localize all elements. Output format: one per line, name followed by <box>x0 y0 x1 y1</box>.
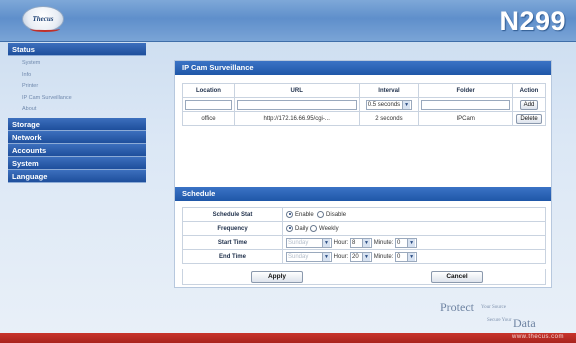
new-camera-row: 0.5 seconds ▼ Add <box>182 97 547 112</box>
brand-your-source: Your Source <box>481 305 506 310</box>
row-location: office <box>182 111 235 126</box>
interval-select[interactable]: 0.5 seconds ▼ <box>365 99 413 110</box>
end-hour-select[interactable]: 20 ▼ <box>350 251 373 262</box>
end-day-value: Sunday <box>288 253 309 260</box>
chevron-down-icon: ▼ <box>402 100 411 109</box>
enable-radio[interactable] <box>286 210 293 218</box>
ipcam-table: Location URL Interval Folder Action 0.5 … <box>182 83 547 126</box>
sidebar-item-ip-cam-surveillance[interactable]: IP Cam Surveillance <box>8 93 146 105</box>
schedule-stat-label: Schedule Stat <box>182 207 283 222</box>
brand-secure-your: Secure Your <box>487 318 512 323</box>
sidebar-section-accounts[interactable]: Accounts <box>8 143 146 157</box>
interval-cell: 0.5 seconds ▼ <box>358 97 420 112</box>
row-url: http://172.16.66.95/cgi-... <box>233 111 360 126</box>
disable-radio[interactable] <box>317 210 325 218</box>
table-header-row: Location URL Interval Folder Action <box>182 83 547 98</box>
sidebar-item-printer[interactable]: Printer <box>8 81 146 93</box>
folder-input[interactable] <box>421 99 510 110</box>
cancel-button[interactable]: Cancel <box>431 271 483 283</box>
chevron-down-icon: ▼ <box>407 238 416 247</box>
delete-cell: Delete <box>511 111 547 126</box>
footer-bar: www.thecus.com <box>0 333 576 343</box>
sidebar-section-system[interactable]: System <box>8 156 146 170</box>
brand-data: Data <box>513 316 536 330</box>
header-bar: Thecus N299 <box>0 0 576 42</box>
end-minute-label: Minute: <box>373 253 394 260</box>
start-minute-select[interactable]: 0 ▼ <box>395 237 418 248</box>
sidebar-item-system-status[interactable]: System <box>8 58 146 70</box>
schedule-title: Schedule <box>175 187 551 201</box>
start-time-controls: Sunday ▼ Hour: 8 ▼ Minute: 0 ▼ <box>282 235 546 250</box>
sidebar: Status System Info Printer IP Cam Survei… <box>8 43 146 183</box>
schedule-stat-options: Enable Disable <box>282 207 546 222</box>
chevron-down-icon: ▼ <box>322 252 330 261</box>
start-minute-label: Minute: <box>373 239 394 246</box>
sidebar-section-storage[interactable]: Storage <box>8 117 146 131</box>
table-row: office http://172.16.66.95/cgi-... 2 sec… <box>182 111 547 126</box>
end-time-label: End Time <box>182 249 283 264</box>
sidebar-item-about[interactable]: About <box>8 104 146 116</box>
folder-cell <box>418 97 513 112</box>
start-hour-value: 8 <box>352 239 356 246</box>
col-folder: Folder <box>418 83 513 98</box>
schedule-stat-row: Schedule Stat Enable Disable <box>182 207 546 222</box>
footer-url: www.thecus.com <box>511 334 564 340</box>
start-day-value: Sunday <box>288 239 309 246</box>
end-time-controls: Sunday ▼ Hour: 20 ▼ Minute: 0 ▼ <box>282 249 546 264</box>
col-location: Location <box>182 83 235 98</box>
start-hour-label: Hour: <box>333 239 349 246</box>
ipcam-title: IP Cam Surveillance <box>175 61 551 75</box>
start-minute-value: 0 <box>397 239 401 246</box>
sidebar-section-network[interactable]: Network <box>8 130 146 144</box>
model-name: N299 <box>499 6 566 36</box>
end-hour-value: 20 <box>352 253 359 260</box>
start-time-row: Start Time Sunday ▼ Hour: 8 ▼ Minute: 0 ▼ <box>182 235 546 250</box>
add-cell: Add <box>511 97 547 112</box>
logo-text: Thecus <box>32 15 54 23</box>
ipcam-panel: IP Cam Surveillance Location URL Interva… <box>174 60 552 288</box>
add-button[interactable]: Add <box>519 99 539 110</box>
schedule-table: Schedule Stat Enable Disable Frequency D… <box>182 207 546 264</box>
col-action: Action <box>511 83 547 98</box>
col-url: URL <box>233 83 360 98</box>
apply-button[interactable]: Apply <box>251 271 303 283</box>
weekly-label: Weekly <box>319 226 339 233</box>
url-cell <box>233 97 360 112</box>
chevron-down-icon: ▼ <box>322 238 330 247</box>
start-day-select[interactable]: Sunday ▼ <box>286 237 332 248</box>
frequency-options: Daily Weekly <box>282 221 546 236</box>
status-submenu: System Info Printer IP Cam Surveillance … <box>8 56 146 118</box>
enable-label: Enable <box>295 212 314 219</box>
start-hour-select[interactable]: 8 ▼ <box>350 237 373 248</box>
end-minute-value: 0 <box>397 253 401 260</box>
end-day-select[interactable]: Sunday ▼ <box>286 251 332 262</box>
daily-label: Daily <box>295 226 309 233</box>
end-hour-label: Hour: <box>333 253 349 260</box>
end-time-row: End Time Sunday ▼ Hour: 20 ▼ Minute: 0 ▼ <box>182 249 546 264</box>
sidebar-item-info[interactable]: Info <box>8 70 146 82</box>
disable-label: Disable <box>326 212 347 219</box>
chevron-down-icon: ▼ <box>362 238 371 247</box>
sidebar-section-status[interactable]: Status <box>8 43 146 56</box>
button-row: Apply Cancel <box>182 269 546 285</box>
row-interval: 2 seconds <box>358 111 420 126</box>
weekly-radio[interactable] <box>310 224 318 232</box>
location-input[interactable] <box>185 99 232 110</box>
col-interval: Interval <box>358 83 420 98</box>
chevron-down-icon: ▼ <box>407 252 416 261</box>
row-folder: IPCam <box>418 111 513 126</box>
chevron-down-icon: ▼ <box>362 252 371 261</box>
frequency-row: Frequency Daily Weekly <box>182 221 546 236</box>
delete-button[interactable]: Delete <box>516 113 542 124</box>
frequency-label: Frequency <box>182 221 283 236</box>
sidebar-section-language[interactable]: Language <box>8 169 146 183</box>
logo-swoosh-icon <box>30 26 60 32</box>
daily-radio[interactable] <box>286 224 293 232</box>
end-minute-select[interactable]: 0 ▼ <box>395 251 418 262</box>
location-cell <box>182 97 235 112</box>
url-input[interactable] <box>236 99 357 110</box>
interval-select-value: 0.5 seconds <box>367 101 401 108</box>
start-time-label: Start Time <box>182 235 283 250</box>
brand-protect: Protect <box>440 300 474 314</box>
